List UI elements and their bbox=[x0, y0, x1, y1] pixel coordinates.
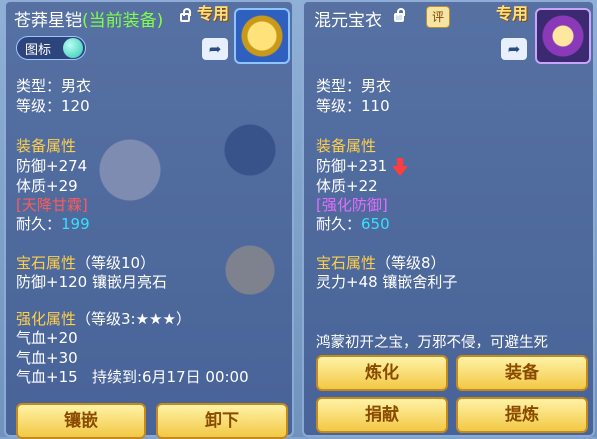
enhance-line: 气血+15 持续到:6月17日 00:00 bbox=[16, 368, 249, 386]
item-name: 苍莽星铠 bbox=[14, 11, 82, 31]
attribute-line: 体质+22 bbox=[316, 177, 378, 195]
share-icon[interactable]: ➦ bbox=[501, 38, 527, 60]
current-equipped-label: (当前装备) bbox=[82, 11, 164, 31]
unequip-button[interactable]: 卸下 bbox=[156, 403, 288, 439]
special-label: 专用 bbox=[197, 4, 230, 23]
gem-level: （等级8） bbox=[376, 254, 446, 272]
equip-button[interactable]: 装备 bbox=[456, 355, 588, 391]
item-type: 类型：男衣 bbox=[316, 77, 392, 95]
durability: 耐久：199 bbox=[16, 213, 90, 234]
armor-item-icon bbox=[234, 8, 290, 64]
lock-icon[interactable] bbox=[394, 8, 405, 22]
durability-value: 199 bbox=[61, 215, 90, 233]
review-icon[interactable]: 评 bbox=[426, 6, 450, 28]
extract-button[interactable]: 提炼 bbox=[456, 397, 588, 433]
enhance-heading: 强化属性 bbox=[16, 310, 77, 328]
equipped-item-panel: 苍莽星铠(当前装备) 专用 图标 ➦ 类型：男衣 等级：120 装备属性 防御+… bbox=[4, 0, 294, 439]
robe-item-icon bbox=[535, 8, 591, 64]
item-title: 苍莽星铠(当前装备) bbox=[14, 6, 163, 31]
attributes-heading: 装备属性 bbox=[16, 137, 77, 155]
item-description: 鸿蒙初开之宝，万邪不侵，可避生死 bbox=[316, 335, 548, 351]
durability-label: 耐久： bbox=[16, 215, 62, 233]
attribute-line: 防御+231 bbox=[316, 157, 388, 175]
icon-toggle-label: 图标 bbox=[25, 43, 52, 58]
special-effect-tag: [天降甘霖] bbox=[16, 196, 88, 214]
enhance-level: （等级3:★★★） bbox=[76, 310, 191, 328]
durability-value: 650 bbox=[361, 215, 390, 233]
gem-heading: 宝石属性 bbox=[316, 254, 377, 272]
item-name: 混元宝衣 bbox=[314, 11, 382, 31]
unlock-icon[interactable] bbox=[180, 8, 191, 22]
durability-label: 耐久： bbox=[316, 215, 362, 233]
gem-heading-row: 宝石属性（等级10） bbox=[16, 252, 155, 273]
gem-level: （等级10） bbox=[76, 254, 156, 272]
durability: 耐久：650 bbox=[316, 213, 390, 234]
compare-item-panel: 混元宝衣 评 专用 ➦ 类型：男衣 等级：110 装备属性 防御+231 体质+… bbox=[302, 0, 595, 437]
attribute-line: 体质+29 bbox=[16, 177, 78, 195]
refine-button[interactable]: 炼化 bbox=[316, 355, 448, 391]
enhance-heading-row: 强化属性（等级3:★★★） bbox=[16, 308, 191, 329]
gem-attribute: 防御+120 镶嵌月亮石 bbox=[16, 273, 167, 291]
attributes-heading: 装备属性 bbox=[316, 137, 377, 155]
decrease-arrow-icon bbox=[392, 158, 408, 176]
gem-attribute: 灵力+48 镶嵌舍利子 bbox=[316, 273, 458, 291]
gem-heading-row: 宝石属性（等级8） bbox=[316, 252, 446, 273]
donate-button[interactable]: 捐献 bbox=[316, 397, 448, 433]
gem-heading: 宝石属性 bbox=[16, 254, 77, 272]
item-level: 等级：120 bbox=[16, 97, 90, 115]
special-effect-tag: [强化防御] bbox=[316, 196, 388, 214]
icon-toggle[interactable]: 图标 bbox=[16, 36, 86, 60]
item-level: 等级：110 bbox=[316, 97, 390, 115]
enhance-line: 气血+20 bbox=[16, 329, 78, 347]
attribute-line: 防御+274 bbox=[16, 157, 88, 175]
enhance-line: 气血+30 bbox=[16, 349, 78, 367]
gem-orb-icon bbox=[63, 38, 83, 58]
inlay-button[interactable]: 镶嵌 bbox=[16, 403, 146, 439]
special-label: 专用 bbox=[496, 4, 529, 23]
item-type: 类型：男衣 bbox=[16, 77, 92, 95]
share-icon[interactable]: ➦ bbox=[202, 38, 228, 60]
